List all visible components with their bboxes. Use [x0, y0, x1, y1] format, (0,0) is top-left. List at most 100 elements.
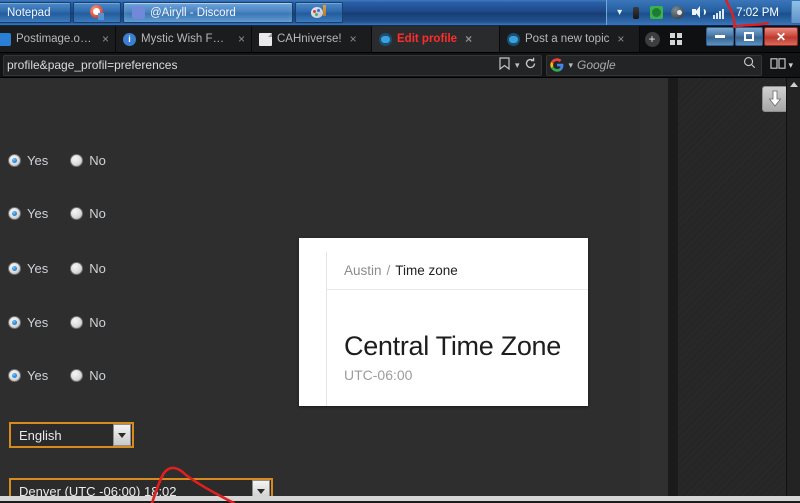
screen: Notepad @Airyll - Discord ▾ 7:02 PM Post…	[0, 0, 800, 503]
library-dropmarker-icon[interactable]: ▾	[788, 60, 793, 71]
close-button[interactable]: ✕	[764, 27, 798, 46]
bookmark-glyph	[499, 57, 510, 71]
preference-row-3: Yes No	[8, 261, 106, 276]
search-bar[interactable]: ▾ Google	[546, 54, 763, 76]
preference-row-1: Yes No	[8, 153, 106, 168]
show-hidden-icons-button[interactable]: ▾	[617, 7, 622, 18]
radio-yes-icon[interactable]	[8, 316, 21, 329]
window-controls: ✕	[706, 27, 798, 46]
show-desktop-button[interactable]	[791, 1, 800, 23]
page-content: Yes No Yes No Yes No Yes No Yes No Engli…	[0, 78, 800, 501]
preference-row-3-yes[interactable]: Yes	[8, 261, 48, 276]
timezone-title: Central Time Zone	[344, 331, 561, 361]
taskbar-clock[interactable]: 7:02 PM	[734, 7, 785, 19]
radio-no-icon[interactable]	[70, 207, 84, 220]
preference-row-3-no[interactable]: No	[70, 261, 106, 276]
browser-tab-post-new-topic[interactable]: Post a new topic ×	[500, 26, 640, 52]
chevron-down-icon[interactable]: ▾	[515, 60, 520, 71]
preference-row-2-yes[interactable]: Yes	[8, 206, 48, 221]
minimize-icon	[715, 35, 725, 38]
new-tab-button[interactable]: +	[640, 26, 664, 52]
radio-yes-icon[interactable]	[8, 154, 21, 167]
browser-tab-edit-profile-close-icon[interactable]: ×	[465, 32, 472, 46]
magnifier-icon[interactable]	[743, 56, 756, 74]
timezone-info-card: Austin / Time zone Central Time Zone UTC…	[299, 238, 588, 406]
browser-tab-cahniverse[interactable]: CAHniverse! ×	[252, 26, 372, 52]
page-horizontal-scrollbar[interactable]	[0, 496, 800, 501]
triangle-up-icon	[790, 82, 798, 87]
google-g-glyph	[550, 58, 564, 72]
network-icon[interactable]	[713, 6, 727, 20]
steam-icon[interactable]	[671, 5, 685, 20]
radio-no-icon[interactable]	[70, 369, 84, 382]
browser-navigation-bar: profile&page_profil=preferences ▾ ▾ Goog…	[0, 52, 800, 78]
restore-icon	[744, 32, 754, 41]
preference-row-4-no-label: No	[89, 315, 106, 330]
preference-row-5-no-label: No	[89, 368, 106, 383]
volume-icon[interactable]	[692, 5, 707, 20]
browser-tab-edit-profile[interactable]: Edit profile ×	[372, 26, 500, 52]
browser-tab-postimage[interactable]: Postimage.org ... ×	[0, 26, 116, 52]
browser-tab-postimage-close-icon[interactable]: ×	[102, 32, 109, 46]
preference-row-5-yes-label: Yes	[27, 368, 49, 383]
taskbar-item-paint[interactable]	[295, 2, 343, 23]
list-all-tabs-button[interactable]	[664, 26, 688, 52]
bookmark-icon[interactable]	[499, 57, 510, 73]
browser-tab-post-new-topic-title: Post a new topic	[525, 33, 610, 45]
download-arrow-button[interactable]	[762, 86, 788, 112]
library-button[interactable]: ▾	[766, 57, 797, 73]
preference-row-5-no[interactable]: No	[70, 368, 106, 383]
taskbar-item-discord[interactable]: @Airyll - Discord	[123, 2, 293, 23]
radio-no-icon[interactable]	[70, 262, 84, 275]
language-select[interactable]: English	[9, 422, 134, 448]
radio-yes-icon[interactable]	[8, 207, 21, 220]
windows-taskbar: Notepad @Airyll - Discord ▾ 7:02 PM	[0, 0, 800, 26]
breadcrumb-location[interactable]: Austin	[344, 263, 382, 278]
taskbar-buttons: Notepad @Airyll - Discord	[0, 0, 344, 25]
page-vertical-scrollbar[interactable]	[786, 78, 800, 501]
search-input[interactable]: Google	[577, 58, 739, 72]
preference-row-3-yes-label: Yes	[27, 261, 49, 276]
browser-tab-mystic-wish-close-icon[interactable]: ×	[238, 32, 245, 46]
minimize-button[interactable]	[706, 27, 734, 46]
taskbar-item-notepad[interactable]: Notepad	[0, 2, 71, 23]
forum-icon	[379, 32, 392, 46]
language-select-chevron-down-icon[interactable]	[113, 424, 131, 446]
browser-tab-mystic-wish[interactable]: i Mystic Wish For... ×	[116, 26, 252, 52]
system-tray: ▾ 7:02 PM	[606, 0, 791, 25]
timezone-offset: UTC-06:00	[344, 367, 413, 384]
search-engine-dropmarker-icon[interactable]: ▾	[568, 60, 573, 71]
radio-yes-icon[interactable]	[8, 262, 21, 275]
radio-yes-icon[interactable]	[8, 369, 21, 382]
preference-row-5: Yes No	[8, 368, 106, 383]
breadcrumb-page: Time zone	[395, 263, 458, 278]
taskbar-item-unknown-app[interactable]	[73, 2, 121, 23]
preference-row-4-yes[interactable]: Yes	[8, 315, 48, 330]
url-text[interactable]: profile&page_profil=preferences	[7, 58, 494, 72]
preference-row-1-yes[interactable]: Yes	[8, 153, 48, 168]
language-select-value: English	[19, 427, 62, 443]
breadcrumb-separator: /	[386, 263, 391, 278]
preference-row-2: Yes No	[8, 206, 106, 221]
page-divider-column	[668, 78, 678, 501]
preference-row-1-no[interactable]: No	[70, 153, 106, 168]
radio-no-icon[interactable]	[70, 316, 84, 329]
grid-icon	[669, 32, 683, 46]
scroll-up-button[interactable]	[787, 78, 800, 91]
chevron-down-glyph	[257, 488, 265, 494]
restore-button[interactable]	[735, 27, 763, 46]
address-bar[interactable]: profile&page_profil=preferences ▾	[3, 54, 543, 76]
forum-icon	[507, 32, 520, 46]
unknown-tray-icon[interactable]	[629, 6, 643, 20]
plus-icon: +	[644, 31, 660, 47]
preference-row-5-yes[interactable]: Yes	[8, 368, 48, 383]
timezone-card-inner: Austin / Time zone Central Time Zone UTC…	[326, 252, 588, 406]
browser-tab-cahniverse-close-icon[interactable]: ×	[350, 32, 357, 46]
preference-row-4-no[interactable]: No	[70, 315, 106, 330]
reload-icon[interactable]	[524, 57, 537, 73]
radio-no-icon[interactable]	[70, 154, 84, 167]
preference-row-2-no[interactable]: No	[70, 206, 106, 221]
browser-tab-post-new-topic-close-icon[interactable]: ×	[617, 32, 624, 46]
magnifier-glyph	[744, 57, 756, 69]
antivirus-icon[interactable]	[650, 5, 664, 20]
